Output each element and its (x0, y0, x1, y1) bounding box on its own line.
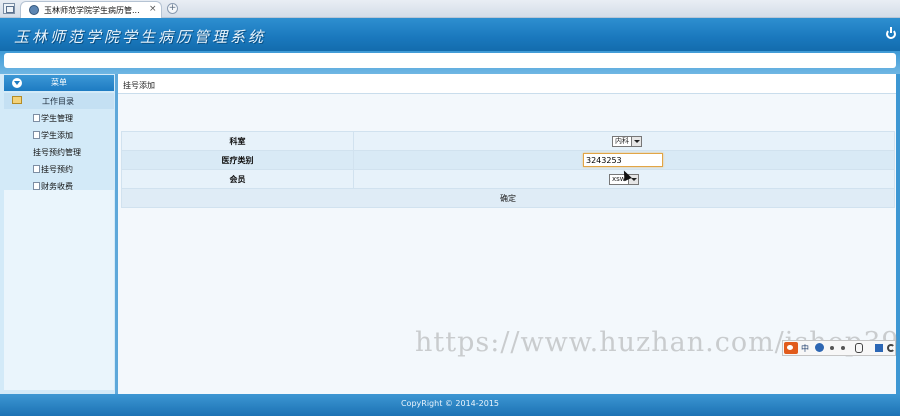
wrench-icon[interactable] (887, 344, 895, 352)
department-select[interactable]: 内科 (612, 135, 642, 147)
folder-icon (12, 96, 22, 104)
copyright-text: CopyRight © 2014-2015 (400, 399, 500, 408)
member-label: 会员 (121, 169, 354, 189)
form-row-submit: 确定 (121, 188, 895, 208)
sidebar-item-registration-management[interactable]: 挂号预约管理 (33, 147, 81, 158)
tab-close-icon[interactable]: × (149, 4, 157, 14)
ime-toolbar[interactable]: 中 (782, 340, 896, 356)
app-header: 玉林师范学院学生病历管理系统 (0, 18, 900, 51)
sidebar-empty-panel (4, 190, 114, 390)
medical-type-input[interactable] (583, 153, 663, 167)
department-cell: 内科 (353, 131, 895, 151)
punctuation-icon[interactable] (830, 346, 834, 350)
chevron-down-icon[interactable] (631, 136, 641, 146)
ime-logo-icon[interactable] (784, 342, 798, 354)
sidebar-item-label: 学生添加 (41, 131, 73, 140)
department-label: 科室 (121, 131, 354, 151)
page-icon (33, 131, 40, 139)
folder-work-directory[interactable]: 工作目录 (4, 93, 114, 109)
medical-type-cell (353, 150, 895, 170)
department-select-value: 内科 (615, 136, 629, 145)
moon-icon[interactable] (815, 343, 824, 352)
page-icon (33, 114, 40, 122)
folder-label: 工作目录 (42, 97, 74, 106)
sidebar-item-label: 学生管理 (41, 114, 73, 123)
page-icon (33, 165, 40, 173)
collapse-icon[interactable] (12, 78, 22, 88)
page-icon (33, 182, 40, 190)
browser-tab-bar: 玉林师范学院学生病历管... × + (0, 0, 900, 18)
sidebar-item-registration[interactable]: 挂号预约 (33, 164, 73, 175)
menu-header[interactable]: 菜单 (4, 75, 114, 91)
sidebar-item-student-management[interactable]: 学生管理 (33, 113, 73, 124)
skin-icon[interactable] (875, 344, 883, 352)
submit-button[interactable]: 确定 (121, 188, 895, 208)
new-tab-icon[interactable]: + (167, 3, 178, 14)
form-row-medical-type: 医疗类别 (121, 150, 895, 170)
sidebar-item-label: 挂号预约 (41, 165, 73, 174)
keyboard-icon[interactable] (841, 346, 845, 350)
ime-language-toggle[interactable]: 中 (801, 343, 809, 354)
menu-title: 菜单 (51, 78, 67, 87)
medical-type-label: 医疗类别 (121, 150, 354, 170)
form-row-member: 会员 xsw (121, 169, 895, 189)
tab-menu-icon[interactable] (3, 3, 15, 14)
tab-title: 玉林师范学院学生病历管... (44, 6, 140, 15)
page-title: 挂号添加 (123, 81, 155, 90)
sidebar-item-student-add[interactable]: 学生添加 (33, 130, 73, 141)
browser-tab[interactable]: 玉林师范学院学生病历管... × (20, 1, 162, 18)
sidebar: 菜单 工作目录 学生管理 学生添加 挂号预约管理 挂号预约 财务收费 (0, 74, 118, 394)
registration-form: 科室 内科 医疗类别 会员 xsw 确定 (121, 131, 895, 208)
sidebar-item-label: 挂号预约管理 (33, 148, 81, 157)
form-row-department: 科室 内科 (121, 131, 895, 151)
footer: CopyRight © 2014-2015 (0, 394, 900, 416)
power-icon[interactable] (886, 27, 896, 39)
microphone-icon[interactable] (855, 343, 863, 353)
toolbar-strip (4, 53, 896, 68)
favicon-icon (29, 5, 39, 15)
breadcrumb: 挂号添加 (118, 74, 896, 94)
app-title: 玉林师范学院学生病历管理系统 (14, 28, 267, 46)
